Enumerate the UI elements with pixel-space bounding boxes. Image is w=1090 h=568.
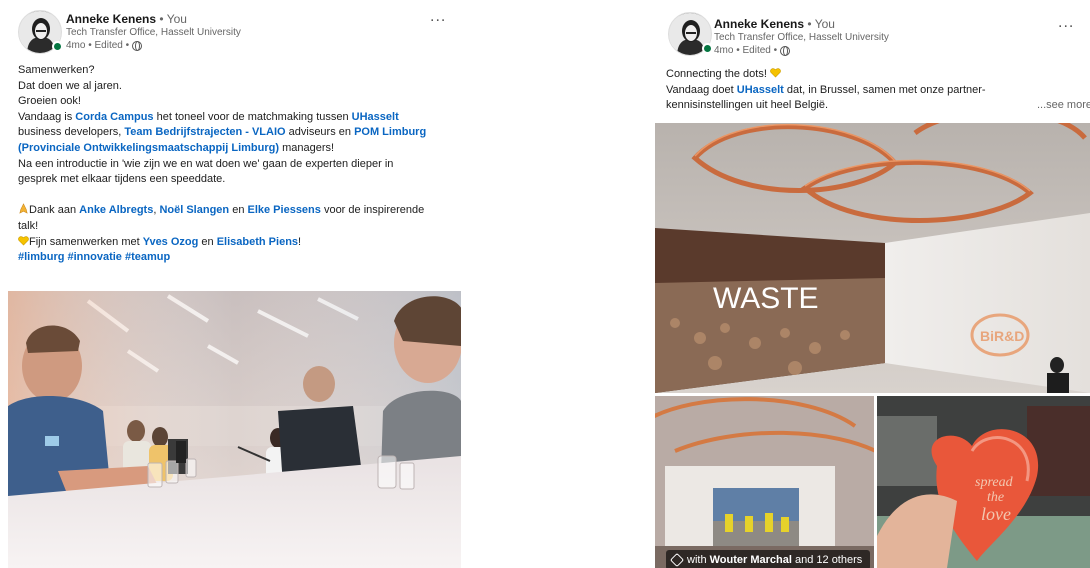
see-more-link[interactable]: ...see more [1037, 98, 1090, 114]
text-line: Dank aan Anke Albregts, Noël Slangen en … [18, 203, 458, 219]
author-headline: Tech Transfer Office, Hasselt University [66, 27, 241, 38]
online-status-dot [52, 41, 63, 52]
tag-icon [669, 552, 685, 568]
post-photo-slide[interactable] [655, 396, 874, 568]
text-line: Connecting the dots! [666, 67, 1086, 83]
mention-noel-slangen[interactable]: Noël Slangen [159, 204, 229, 216]
author-name[interactable]: Anneke Kenens [66, 12, 156, 26]
text-line: Samenwerken? [18, 64, 95, 76]
post-text: Connecting the dots! Vandaag doet UHasse… [666, 67, 1090, 114]
text-span: adviseurs en [285, 126, 355, 139]
post-photo-meeting[interactable] [8, 291, 461, 568]
mention-yves-ozog[interactable]: Yves Ozog [143, 236, 199, 248]
text-span: managers! [279, 141, 335, 154]
mention-pom-full[interactable]: (Provinciale Ontwikkelingsmaatschappij L… [18, 142, 279, 154]
hashtags[interactable]: #limburg #innovatie #teamup [18, 250, 458, 266]
mention-elisabeth-piens[interactable]: Elisabeth Piens [217, 236, 298, 248]
author-you-label: • You [159, 12, 187, 26]
card-word-2: the [987, 490, 1004, 505]
text-span: het toneel voor de matchmaking tussen [153, 110, 352, 123]
text-span: Vandaag doet [666, 83, 737, 96]
text-span: Vandaag is [18, 110, 76, 123]
text-span: dat, in Brussel, samen met onze partner- [783, 83, 986, 96]
slide-title: WASTE [713, 282, 819, 315]
text-line: Vandaag is Corda Campus het toneel voor … [18, 110, 458, 126]
tag-prefix: with [687, 554, 710, 566]
text-line: kennisinstellingen uit heel België. [666, 99, 829, 112]
author-name[interactable]: Anneke Kenens [714, 17, 804, 31]
post-photo-conference[interactable]: WASTE BiR&D [655, 123, 1090, 393]
post-header: Anneke Kenens • You Tech Transfer Office… [0, 0, 470, 60]
card-word-3: love [981, 504, 1011, 524]
mention-elke-piessens[interactable]: Elke Piessens [248, 204, 321, 216]
mention-uhasselt[interactable]: UHasselt [352, 111, 399, 123]
post-time: 4mo • Edited • [714, 45, 778, 56]
yellow-heart-icon [18, 235, 29, 246]
globe-icon [132, 40, 143, 51]
post-header: Anneke Kenens • You Tech Transfer Office… [648, 0, 1090, 60]
text-span: en [229, 204, 248, 217]
text-line: Vandaag doet UHasselt dat, in Brussel, s… [666, 83, 1086, 99]
text-line: (Provinciale Ontwikkelingsmaatschappij L… [18, 141, 458, 157]
text-line: Dat doen we al jaren. [18, 79, 122, 92]
author-name-line[interactable]: Anneke Kenens • You [66, 12, 241, 27]
post-photo-heart-card[interactable]: spread the love [877, 396, 1090, 568]
tag-suffix: and 12 others [791, 554, 863, 566]
text-span: voor de inspirerende [320, 204, 425, 217]
author-info: Anneke Kenens • You Tech Transfer Office… [714, 17, 889, 57]
text-span: Dank aan [29, 204, 80, 217]
author-avatar[interactable] [18, 10, 63, 54]
globe-icon [780, 45, 791, 56]
more-options-button[interactable]: ... [430, 8, 446, 26]
post-meta: 4mo • Edited • [714, 44, 889, 57]
mention-anke-albregts[interactable]: Anke Albregts [79, 204, 153, 216]
author-avatar[interactable] [668, 12, 713, 56]
text-span: business developers, [18, 126, 125, 139]
tag-name[interactable]: Wouter Marchal [710, 554, 792, 566]
mention-pom-limburg[interactable]: POM Limburg [354, 126, 426, 138]
tag-text: with Wouter Marchal and 12 others [687, 550, 862, 568]
yellow-heart-icon [770, 68, 781, 78]
text-span: Fijn samenwerken met [29, 235, 143, 248]
bird-logo-text: BiR&D [980, 328, 1024, 344]
text-line: talk! [18, 219, 39, 232]
post-meta: 4mo • Edited • [66, 39, 241, 52]
text-line: Fijn samenwerken met Yves Ozog en Elisab… [18, 235, 458, 251]
mention-vlaio[interactable]: Team Bedrijfstrajecten - VLAIO [124, 126, 285, 138]
text-span: ! [298, 235, 302, 248]
mention-uhasselt[interactable]: UHasselt [737, 84, 784, 96]
text-line: gesprek met elkaar tijdens een speeddate… [18, 173, 226, 186]
post-time: 4mo • Edited • [66, 40, 130, 51]
author-info: Anneke Kenens • You Tech Transfer Office… [66, 12, 241, 52]
card-word-1: spread [975, 475, 1014, 490]
mention-corda-campus[interactable]: Corda Campus [75, 111, 153, 123]
text-span: Connecting the dots! [666, 68, 767, 80]
author-you-label: • You [807, 17, 835, 31]
tagged-people-pill[interactable]: with Wouter Marchal and 12 others [666, 550, 871, 568]
text-line: Na een introductie in 'wie zijn we en wa… [18, 157, 394, 170]
praying-hands-icon [19, 203, 28, 214]
online-status-dot [702, 43, 713, 54]
post-text: Samenwerken? Dat doen we al jaren. Groei… [18, 63, 458, 266]
text-line: Groeien ook! [18, 95, 81, 108]
author-name-line[interactable]: Anneke Kenens • You [714, 17, 889, 32]
text-span: en [198, 235, 217, 248]
more-options-button[interactable]: ... [1058, 14, 1074, 32]
author-headline: Tech Transfer Office, Hasselt University [714, 32, 889, 43]
text-line: business developers, Team Bedrijfstrajec… [18, 125, 458, 141]
